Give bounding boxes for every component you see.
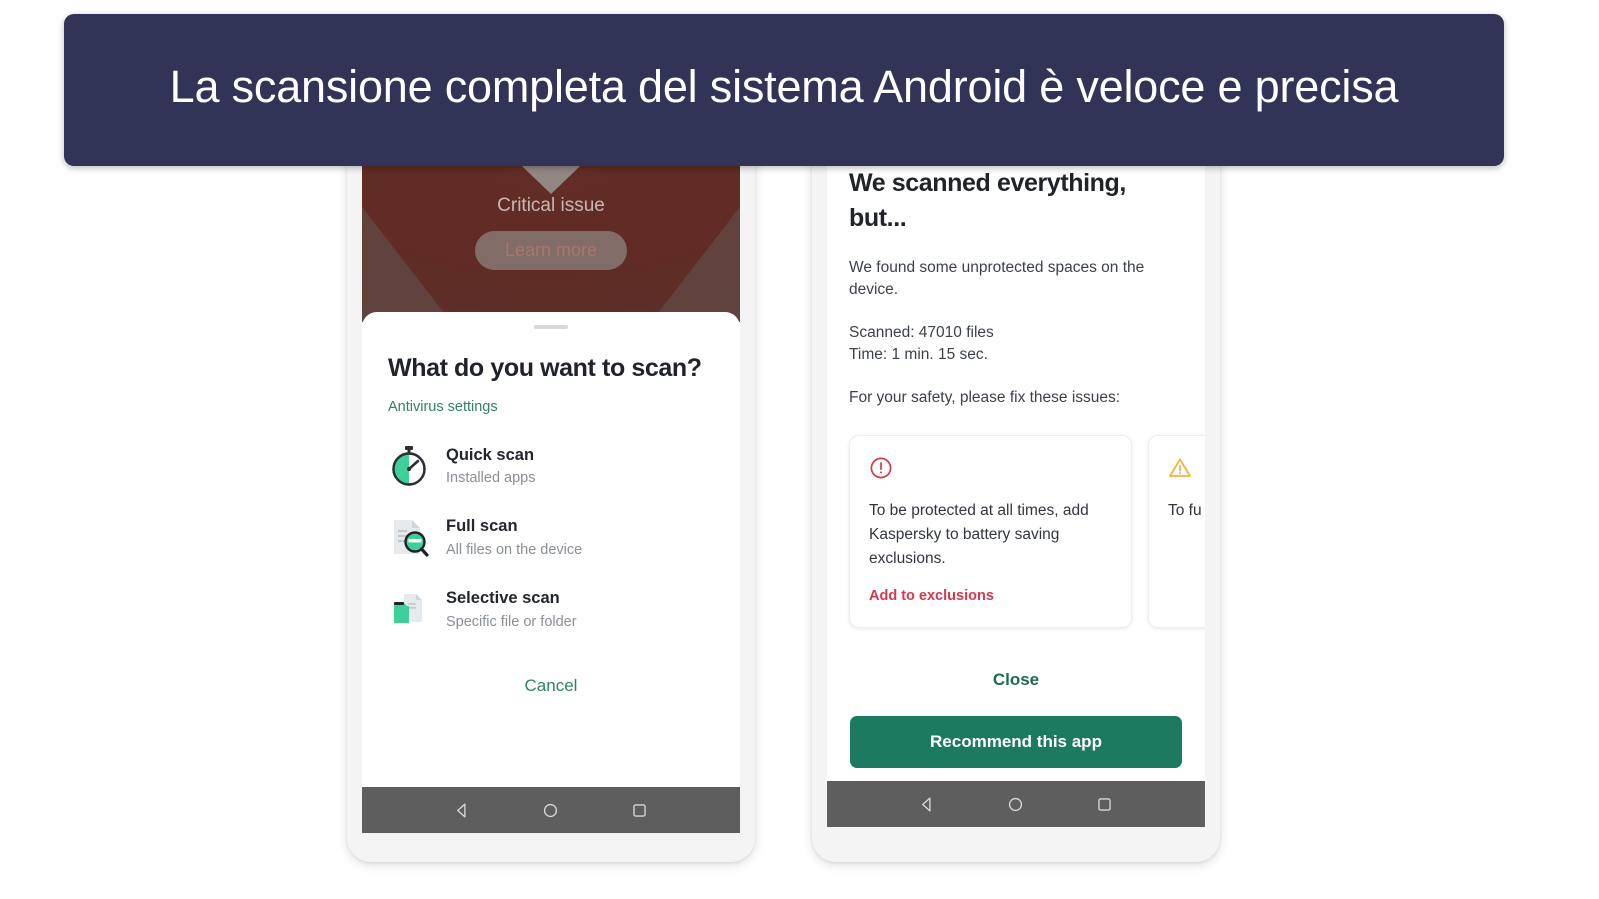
- phone-screen-right: We scanned everything, but... We found s…: [827, 122, 1205, 827]
- scan-option-quick[interactable]: Quick scan Installed apps: [388, 443, 714, 488]
- unprotected-spaces-text: We found some unprotected spaces on the …: [849, 259, 1145, 299]
- issue-card-folder-access[interactable]: To fu app n folde: [1148, 435, 1205, 629]
- scan-duration: Time: 1 min. 15 sec.: [849, 346, 988, 364]
- stopwatch-icon: [388, 445, 430, 487]
- sheet-drag-handle[interactable]: [534, 325, 568, 329]
- error-circle-icon: [870, 457, 892, 479]
- fix-issues-prompt: For your safety, please fix these issues…: [849, 388, 1121, 406]
- scan-option-subtitle: Specific file or folder: [446, 613, 577, 630]
- scanned-files-count: Scanned: 47010 files: [849, 323, 994, 341]
- scan-option-selective-text: Selective scan Specific file or folder: [446, 586, 577, 631]
- scan-option-full-text: Full scan All files on the device: [446, 514, 582, 559]
- phone-screen-left: Critical issue Learn more What do you wa…: [362, 132, 740, 833]
- critical-issue-label: Critical issue: [497, 195, 605, 216]
- scan-stats: Scanned: 47010 files Time: 1 min. 15 sec…: [849, 322, 1183, 367]
- page-root: La scansione completa del sistema Androi…: [0, 0, 1599, 899]
- scan-result-screen: We scanned everything, but... We found s…: [827, 122, 1205, 827]
- scan-option-title: Selective scan: [446, 589, 560, 607]
- folder-file-icon: [388, 588, 430, 630]
- square-recents-icon[interactable]: [1090, 789, 1120, 819]
- triangle-back-icon[interactable]: [447, 795, 477, 825]
- scan-option-full[interactable]: Full scan All files on the device: [388, 514, 714, 559]
- scan-option-subtitle: Installed apps: [446, 470, 536, 487]
- scan-option-title: Full scan: [446, 517, 518, 536]
- issue-card-text: To fu app n folde: [1168, 502, 1205, 520]
- phone-mockup-left: Critical issue Learn more What do you wa…: [347, 132, 755, 862]
- document-magnifier-icon: [388, 516, 430, 558]
- square-recents-icon[interactable]: [625, 795, 655, 825]
- phone-mockup-right: We scanned everything, but... We found s…: [812, 122, 1220, 862]
- android-navbar-right: [827, 781, 1205, 827]
- recommend-app-button[interactable]: Recommend this app: [850, 716, 1182, 769]
- scan-option-quick-text: Quick scan Installed apps: [446, 443, 535, 488]
- headline-text: La scansione completa del sistema Androi…: [169, 61, 1399, 113]
- issue-card-text: To be protected at all times, add Kasper…: [869, 502, 1089, 568]
- circle-home-icon[interactable]: [536, 795, 566, 825]
- sheet-title: What do you want to scan?: [388, 354, 702, 382]
- issue-card-list: To be protected at all times, add Kasper…: [849, 435, 1205, 629]
- warning-triangle-icon: [1169, 458, 1191, 478]
- scan-option-selective[interactable]: Selective scan Specific file or folder: [388, 586, 714, 631]
- close-button[interactable]: Close: [993, 670, 1039, 690]
- android-navbar-left: [362, 787, 740, 833]
- scan-bottom-sheet: What do you want to scan? Antivirus sett…: [362, 312, 740, 833]
- circle-home-icon[interactable]: [1001, 789, 1031, 819]
- issue-card-battery-exclusions[interactable]: To be protected at all times, add Kasper…: [849, 435, 1132, 629]
- scan-result-title: We scanned everything, but...: [849, 169, 1126, 232]
- antivirus-settings-link[interactable]: Antivirus settings: [388, 399, 498, 415]
- triangle-back-icon[interactable]: [912, 789, 942, 819]
- scan-option-title: Quick scan: [446, 445, 535, 464]
- headline-banner: La scansione completa del sistema Androi…: [64, 14, 1504, 166]
- cancel-button[interactable]: Cancel: [525, 676, 578, 696]
- learn-more-button[interactable]: Learn more: [474, 231, 628, 270]
- add-to-exclusions-button[interactable]: Add to exclusions: [869, 588, 994, 604]
- scan-option-subtitle: All files on the device: [446, 541, 583, 558]
